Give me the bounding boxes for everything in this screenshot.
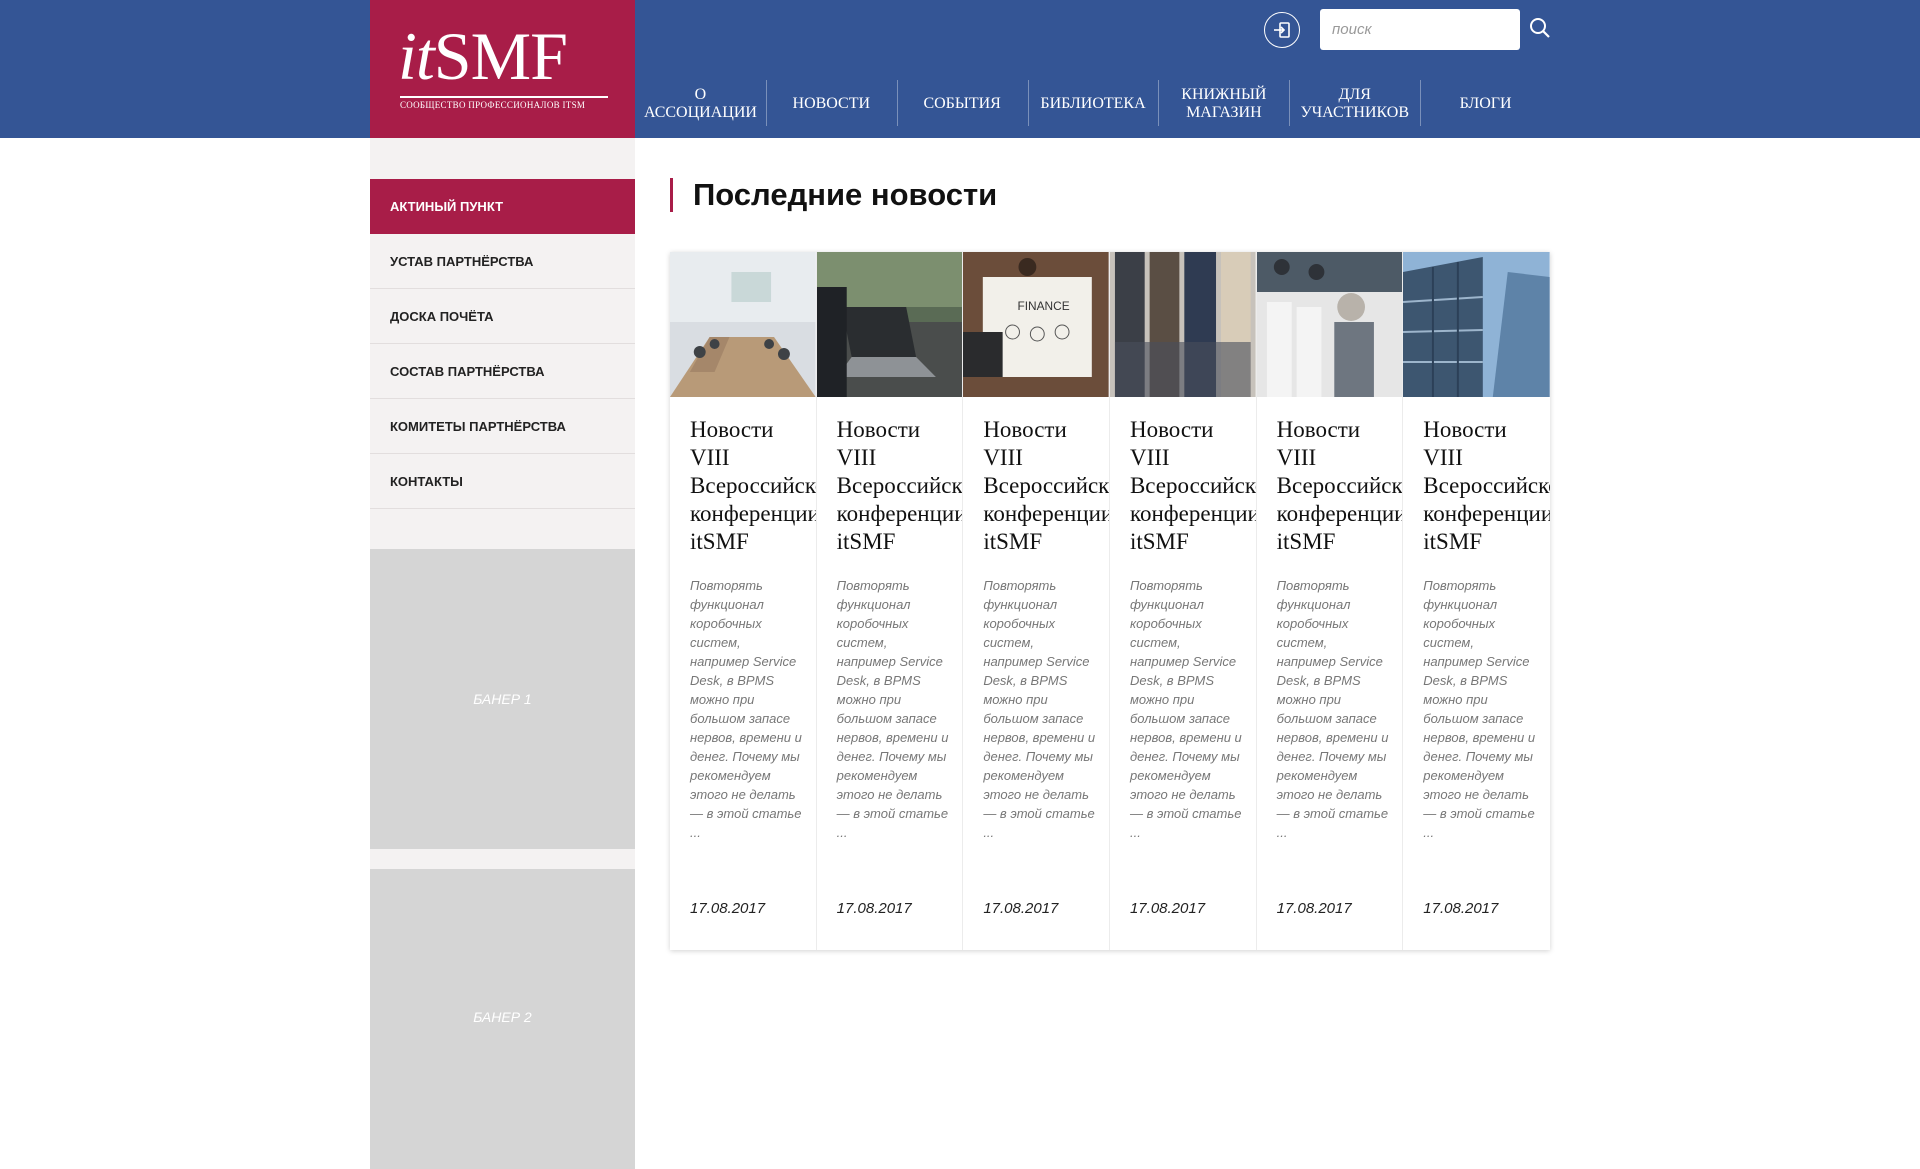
card-date: 17.08.2017 xyxy=(690,900,766,917)
nav-item-association[interactable]: О АССОЦИАЦИИ xyxy=(635,80,766,128)
news-card[interactable]: FINANCE НовостиVIIIВсероссийскойконферен… xyxy=(963,252,1110,950)
sidebar-item-charter[interactable]: УСТАВ ПАРТНЁРСТВА xyxy=(370,234,635,289)
card-date: 17.08.2017 xyxy=(983,900,1059,917)
logo-subtitle: СООБЩЕСТВО ПРОФЕССИОНАЛОВ ITSM xyxy=(400,96,608,110)
nav-item-blogs[interactable]: БЛОГИ xyxy=(1420,80,1551,128)
news-card[interactable]: НовостиVIIIВсероссийскойконференцииitSMF… xyxy=(1403,252,1550,950)
itsmf-logo[interactable]: itSMF СООБЩЕСТВО ПРОФЕССИОНАЛОВ ITSM xyxy=(370,0,635,138)
sidebar-menu: АКТИНЫЙ ПУНКТ УСТАВ ПАРТНЁРСТВА ДОСКА ПО… xyxy=(370,179,635,509)
people-image xyxy=(1109,252,1256,397)
search-icon xyxy=(1530,18,1550,38)
banner-1[interactable]: БАНЕР 1 xyxy=(370,549,635,849)
card-title: НовостиVIIIВсероссийскойконференцииitSMF xyxy=(1276,417,1404,554)
logo-wordmark: itSMF xyxy=(398,18,568,94)
laptop-image xyxy=(816,252,963,397)
card-title: НовостиVIIIВсероссийскойконференцииitSMF xyxy=(1423,417,1550,554)
news-card[interactable]: НовостиVIIIВсероссийскойконференцииitSMF… xyxy=(670,252,817,950)
finance-image: FINANCE xyxy=(963,252,1109,397)
sidebar-item-active[interactable]: АКТИНЫЙ ПУНКТ xyxy=(370,179,635,234)
nav-item-library[interactable]: БИБЛИОТЕКА xyxy=(1027,80,1159,128)
search-button[interactable] xyxy=(1526,14,1554,42)
card-excerpt: Повторять функционал коробочных систем, … xyxy=(690,578,802,840)
card-date: 17.08.2017 xyxy=(1276,900,1352,917)
news-cards: НовостиVIIIВсероссийскойконференцииitSMF… xyxy=(670,252,1550,950)
news-card[interactable]: НовостиVIIIВсероссийскойконференцииitSMF… xyxy=(816,252,964,950)
card-title: НовостиVIIIВсероссийскойконференцииitSMF xyxy=(1129,417,1257,554)
nav-item-members[interactable]: ДЛЯ УЧАСТНИКОВ xyxy=(1289,80,1420,128)
page-title: Последние новости xyxy=(670,178,997,212)
nav-item-bookstore[interactable]: КНИЖНЫЙ МАГАЗИН xyxy=(1158,80,1289,128)
nav-item-news[interactable]: НОВОСТИ xyxy=(765,80,897,128)
sidebar-item-contacts[interactable]: КОНТАКТЫ xyxy=(370,454,635,509)
nav-item-events[interactable]: СОБЫТИЯ xyxy=(896,80,1028,128)
audience-image xyxy=(1256,252,1403,397)
meeting-room-image xyxy=(670,252,816,397)
banner-2[interactable]: БАНЕР 2 xyxy=(370,869,635,1169)
search-input[interactable] xyxy=(1320,9,1520,50)
building-image xyxy=(1403,252,1550,397)
card-title: НовостиVIIIВсероссийскойконференцииitSMF xyxy=(690,417,817,554)
news-card[interactable]: НовостиVIIIВсероссийскойконференцииitSMF… xyxy=(1109,252,1257,950)
card-excerpt: Повторять функционал коробочных систем, … xyxy=(1129,578,1242,840)
login-icon xyxy=(1274,22,1290,38)
card-excerpt: Повторять функционал коробочных систем, … xyxy=(983,578,1096,840)
card-date: 17.08.2017 xyxy=(1129,900,1206,917)
card-excerpt: Повторять функционал коробочных систем, … xyxy=(1276,578,1389,840)
card-title: НовостиVIIIВсероссийскойконференцииitSMF xyxy=(836,417,964,554)
sidebar-item-committees[interactable]: КОМИТЕТЫ ПАРТНЁРСТВА xyxy=(370,399,635,454)
main-nav: О АССОЦИАЦИИ НОВОСТИ СОБЫТИЯ БИБЛИОТЕКА К… xyxy=(635,80,1551,128)
news-card[interactable]: НовостиVIIIВсероссийскойконференцииitSMF… xyxy=(1256,252,1404,950)
card-excerpt: Повторять функционал коробочных систем, … xyxy=(1423,578,1536,840)
sidebar: АКТИНЫЙ ПУНКТ УСТАВ ПАРТНЁРСТВА ДОСКА ПО… xyxy=(370,138,635,1169)
card-date: 17.08.2017 xyxy=(836,900,912,917)
card-title: НовостиVIIIВсероссийскойконференцииitSMF xyxy=(983,417,1110,554)
login-button[interactable] xyxy=(1264,12,1300,48)
top-header: itSMF СООБЩЕСТВО ПРОФЕССИОНАЛОВ ITSM ОАС… xyxy=(0,0,1920,138)
sidebar-item-honor-board[interactable]: ДОСКА ПОЧЁТА xyxy=(370,289,635,344)
card-excerpt: Повторять функционал коробочных систем, … xyxy=(836,578,949,840)
svg-text:FINANCE: FINANCE xyxy=(1018,299,1070,313)
sidebar-item-composition[interactable]: СОСТАВ ПАРТНЁРСТВА xyxy=(370,344,635,399)
card-date: 17.08.2017 xyxy=(1423,900,1499,917)
